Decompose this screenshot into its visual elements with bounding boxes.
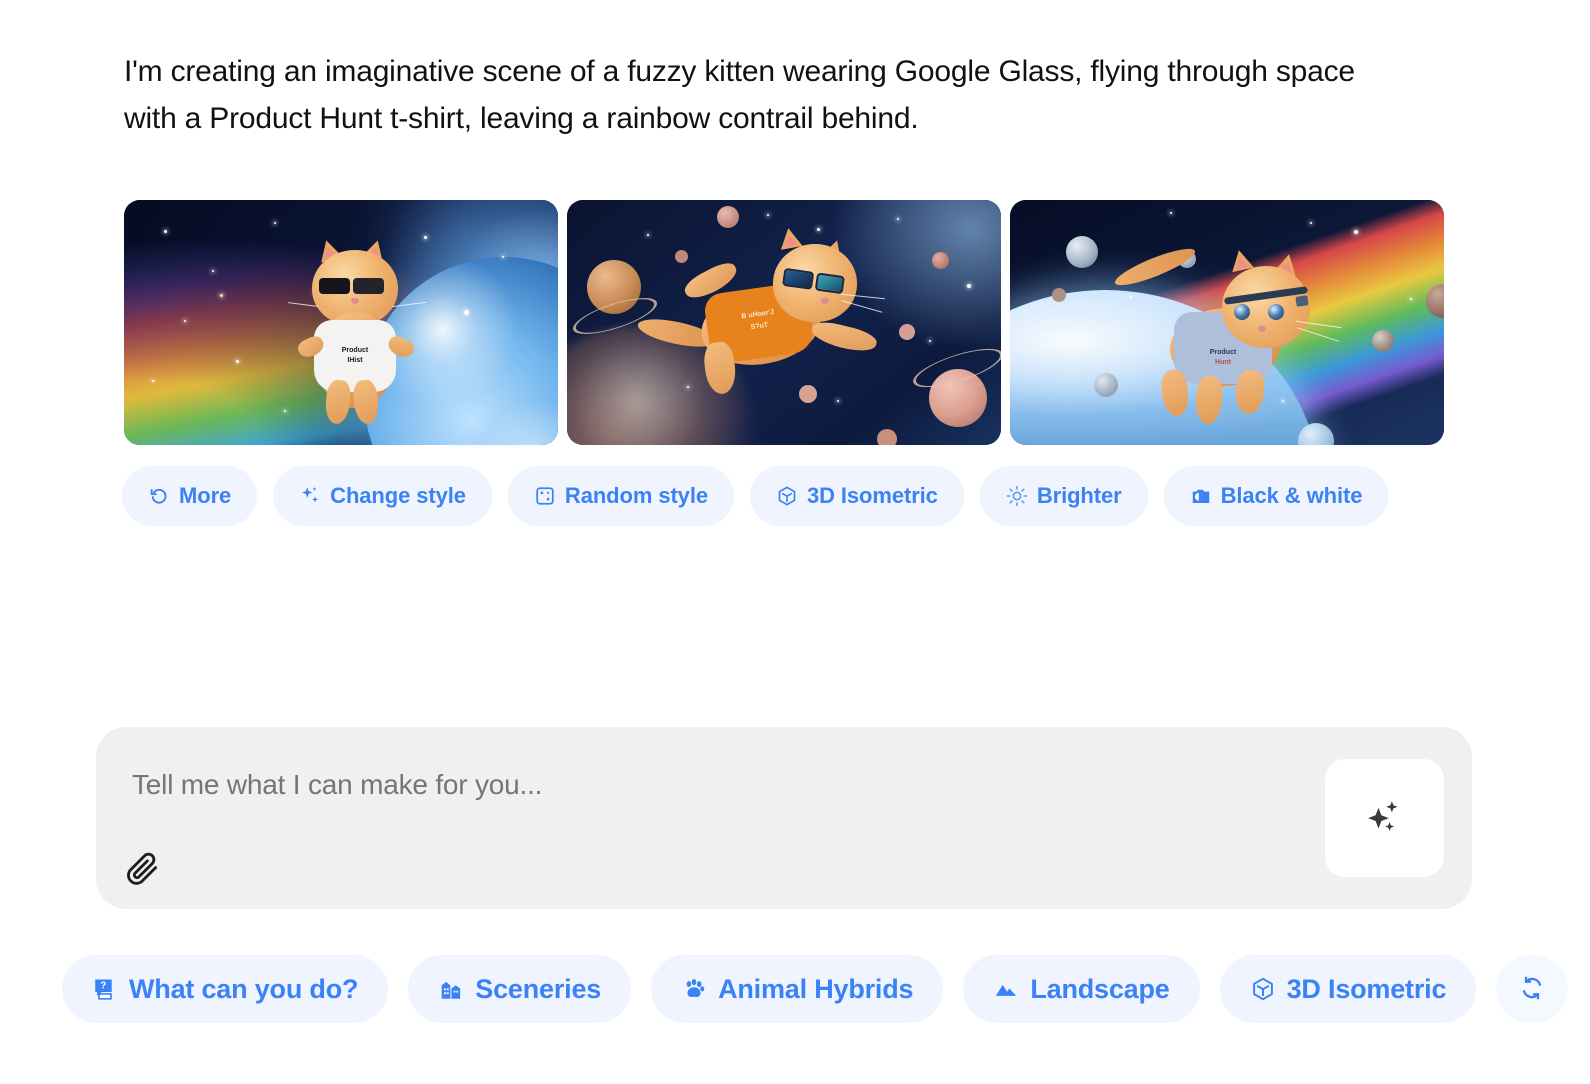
image-actions-row: More Change style Random	[122, 466, 1388, 526]
action-label: Change style	[330, 483, 466, 509]
suggestion-what-can-you-do-button[interactable]: ? What can you do?	[62, 955, 388, 1023]
refresh-shuffle-icon	[1518, 974, 1546, 1005]
chat-page: I'm creating an imaginative scene of a f…	[0, 0, 1590, 1084]
generated-image-1[interactable]: Product IHist	[124, 200, 558, 445]
sun-icon	[1006, 485, 1028, 507]
google-glass-prism	[1295, 295, 1308, 307]
suggestion-landscape-button[interactable]: Landscape	[963, 955, 1199, 1023]
kitten-subject: Product Hunt	[1118, 252, 1348, 427]
action-random-style-button[interactable]: Random style	[508, 466, 734, 526]
suggestion-3d-isometric-button[interactable]: 3D Isometric	[1220, 955, 1477, 1023]
action-change-style-button[interactable]: Change style	[273, 466, 492, 526]
kitten-tshirt: Product IHist	[314, 320, 396, 392]
generated-image-2[interactable]: B uHoer'J S?uT	[567, 200, 1001, 445]
kitten-subject: B uHoer'J S?uT	[645, 230, 885, 410]
refresh-suggestions-button[interactable]	[1496, 955, 1568, 1023]
mountain-icon	[993, 976, 1019, 1002]
assistant-message: I'm creating an imaginative scene of a f…	[124, 48, 1384, 142]
suggestions-row: ? What can you do? Sceneries	[62, 955, 1568, 1023]
kitten-eye-right	[1268, 304, 1284, 320]
action-more-button[interactable]: More	[122, 466, 257, 526]
question-bubble-icon: ?	[92, 976, 118, 1002]
paperclip-icon	[125, 851, 161, 890]
suggestion-animal-hybrids-button[interactable]: Animal Hybrids	[651, 955, 943, 1023]
svg-text:?: ?	[100, 981, 106, 992]
action-brighter-button[interactable]: Brighter	[980, 466, 1148, 526]
attach-file-button[interactable]	[120, 847, 166, 893]
rotate-ccw-icon	[148, 485, 170, 507]
suggestion-label: Animal Hybrids	[718, 974, 913, 1005]
suggestion-label: Sceneries	[475, 974, 601, 1005]
action-label: Random style	[565, 483, 708, 509]
contrast-camera-icon	[1190, 485, 1212, 507]
generated-images-row: Product IHist	[124, 200, 1444, 445]
generated-image-3[interactable]: Product Hunt	[1010, 200, 1444, 445]
suggestion-sceneries-button[interactable]: Sceneries	[408, 955, 631, 1023]
action-3d-isometric-button[interactable]: 3D Isometric	[750, 466, 964, 526]
send-generate-button[interactable]	[1325, 759, 1444, 877]
tshirt-text-line1: Product	[314, 346, 396, 355]
tshirt-text-line1: Product	[1174, 348, 1272, 357]
action-label: 3D Isometric	[807, 483, 938, 509]
suggestion-label: Landscape	[1030, 974, 1169, 1005]
prompt-input[interactable]	[132, 769, 1312, 801]
suggestion-label: What can you do?	[129, 974, 358, 1005]
kitten-eye-left	[1234, 304, 1250, 320]
buildings-icon	[438, 976, 464, 1002]
action-label: Brighter	[1037, 483, 1122, 509]
sparkles-icon	[1362, 794, 1408, 843]
cube-icon	[1250, 976, 1276, 1002]
cube-icon	[776, 485, 798, 507]
sunglasses	[319, 278, 384, 294]
dice-icon	[534, 485, 556, 507]
tshirt-text-line2: IHist	[314, 356, 396, 365]
suggestion-label: 3D Isometric	[1287, 974, 1447, 1005]
sparkles-icon	[299, 485, 321, 507]
message-composer[interactable]	[96, 727, 1472, 909]
kitten-subject: Product IHist	[292, 234, 422, 434]
action-label: Black & white	[1221, 483, 1363, 509]
action-black-and-white-button[interactable]: Black & white	[1164, 466, 1389, 526]
action-label: More	[179, 483, 231, 509]
paw-icon	[681, 976, 707, 1002]
tshirt-text-line2: Hunt	[1174, 358, 1272, 367]
